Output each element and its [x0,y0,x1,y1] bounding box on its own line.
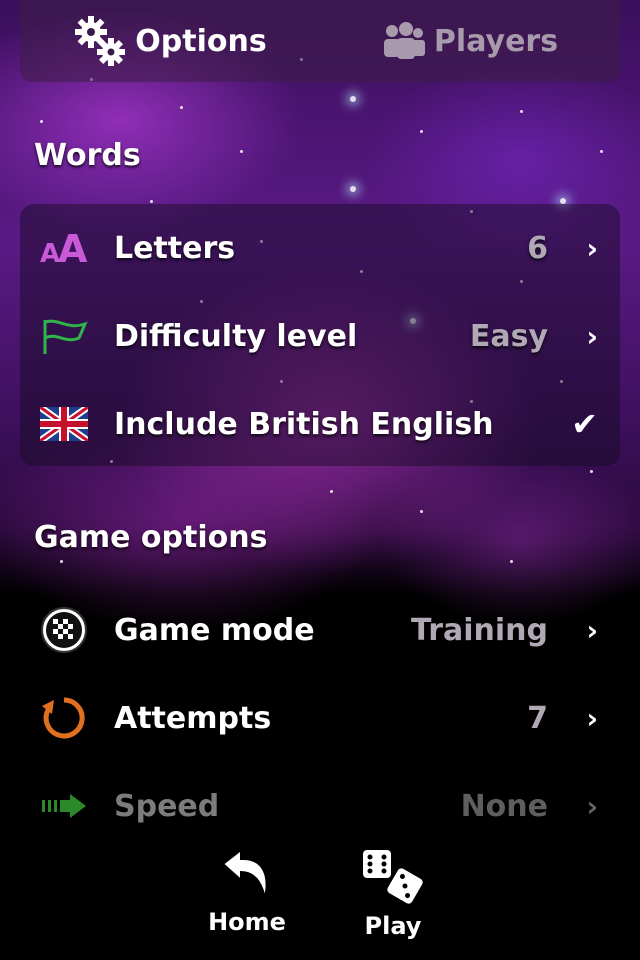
tab-options[interactable]: Options [20,0,320,82]
refresh-icon [38,692,90,744]
chevron-right-icon: › [586,701,598,735]
play-button[interactable]: Play [347,848,439,960]
row-difficulty-label: Difficulty level [114,318,358,354]
row-speed-value: None [460,788,548,824]
section-title-words: Words [34,138,141,173]
svg-text:A: A [58,228,88,268]
row-difficulty[interactable]: Difficulty level Easy › [20,292,620,380]
row-letters[interactable]: A A Letters 6 › [20,204,620,292]
people-icon [382,21,426,61]
flag-icon [38,310,90,362]
uk-flag-icon [38,398,90,450]
play-button-label: Play [364,912,422,940]
dice-icon [361,848,425,910]
back-arrow-icon [219,847,275,906]
row-letters-label: Letters [114,230,236,266]
section-title-game-options: Game options [34,520,268,555]
tab-options-label: Options [135,23,267,59]
row-speed-label: Speed [114,788,220,824]
row-british-english[interactable]: Include British English ✔ [20,380,620,468]
checkmark-icon: ✔ [571,405,598,443]
gear-icon [73,14,127,68]
tab-players-label: Players [433,23,559,59]
row-attempts[interactable]: Attempts 7 › [20,674,620,762]
row-british-english-label: Include British English [114,406,494,442]
chevron-right-icon: › [586,613,598,647]
chevron-right-icon: › [586,319,598,353]
chevron-right-icon: › [586,789,598,823]
chevron-right-icon: › [586,231,598,265]
row-speed[interactable]: Speed None › [20,762,620,850]
letters-icon: A A [38,222,90,274]
row-difficulty-value: Easy [469,318,548,354]
words-panel: A A Letters 6 › Difficulty level Easy › [20,204,620,466]
home-button[interactable]: Home [201,847,293,960]
top-tab-bar: Options Players [20,0,620,82]
checkered-flag-icon [38,604,90,656]
row-attempts-label: Attempts [114,700,272,736]
row-game-mode[interactable]: Game mode Training › [20,586,620,674]
bottom-bar: Home Play [0,847,640,960]
tab-players[interactable]: Players [320,0,620,82]
speed-arrow-icon [38,780,90,832]
row-letters-value: 6 [527,230,548,266]
row-game-mode-value: Training [411,612,548,648]
home-button-label: Home [208,908,286,936]
row-game-mode-label: Game mode [114,612,315,648]
row-attempts-value: 7 [527,700,548,736]
game-options-panel: Game mode Training › Attempts 7 › Speed … [20,586,620,848]
